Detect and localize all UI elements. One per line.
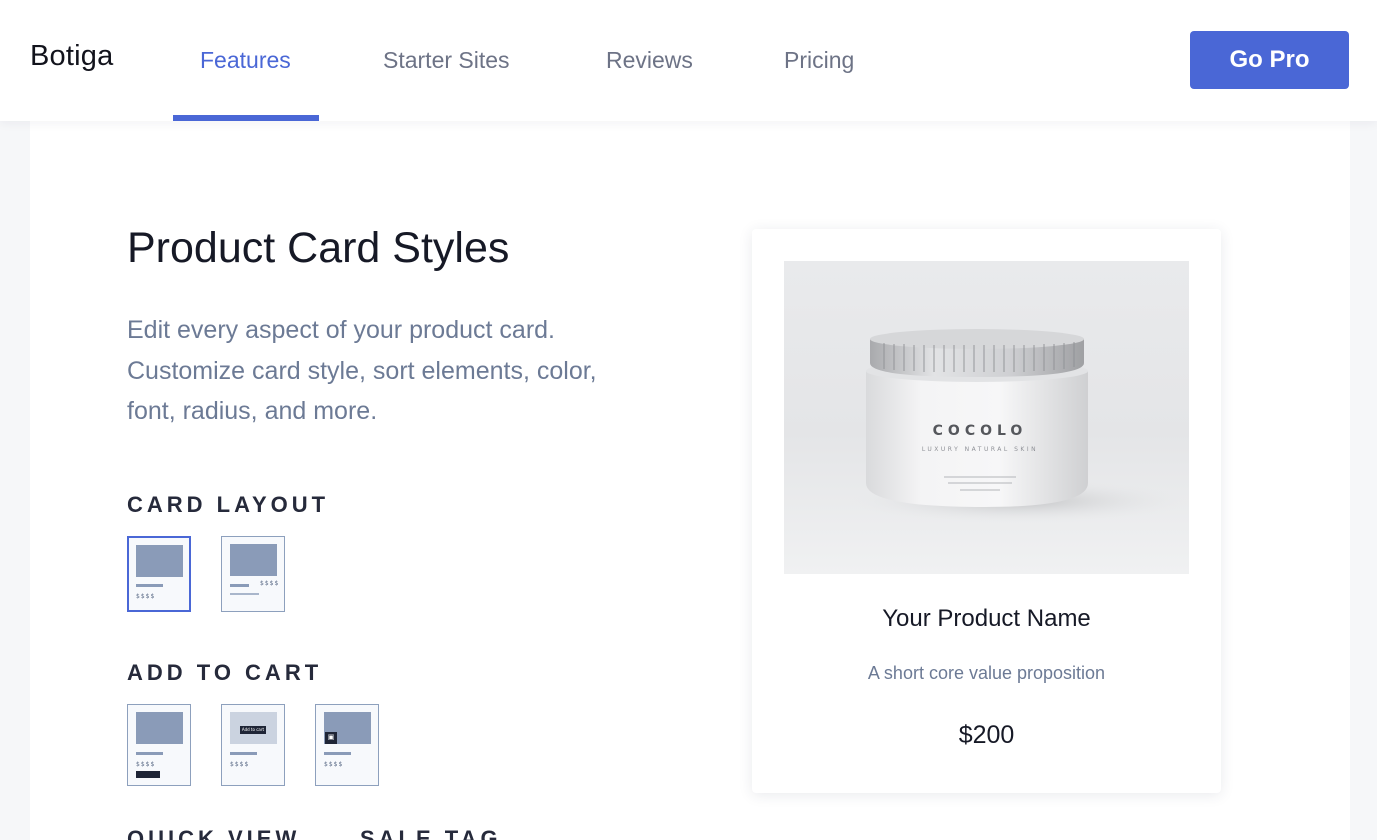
add-to-cart-option-3[interactable]: ▣ $$$$ <box>315 704 379 786</box>
thumb-subline <box>230 593 259 595</box>
thumb-add-to-cart-button <box>136 771 160 778</box>
nav-pricing[interactable]: Pricing <box>784 47 854 74</box>
thumb-overlay-cart-button: Add to cart <box>240 726 266 734</box>
add-to-cart-label: ADD TO CART <box>127 660 323 685</box>
logo[interactable]: Botiga <box>30 40 113 73</box>
thumb-price: $$$$ <box>136 593 156 600</box>
thumb-image <box>230 544 277 576</box>
thumb-image <box>136 712 183 744</box>
product-card-preview: COCOLO LUXURY NATURAL SKIN Your Product … <box>752 229 1221 793</box>
thumb-title-line <box>230 752 257 755</box>
product-image: COCOLO LUXURY NATURAL SKIN <box>784 261 1189 574</box>
nav-reviews[interactable]: Reviews <box>606 47 693 74</box>
quick-view-label: QUICK VIEW <box>127 826 301 840</box>
site-header: Botiga Features Starter Sites Reviews Pr… <box>0 0 1377 121</box>
section-description: Edit every aspect of your product card. … <box>127 316 597 425</box>
sale-tag-label: SALE TAG <box>360 826 502 840</box>
nav-starter-sites[interactable]: Starter Sites <box>383 47 510 74</box>
card-layout-option-2[interactable]: $$$$ <box>221 536 285 612</box>
thumb-title-line <box>324 752 351 755</box>
thumb-title-line <box>136 584 163 587</box>
jar-illustration: COCOLO LUXURY NATURAL SKIN <box>849 329 1189 523</box>
product-tagline: A short core value proposition <box>867 663 1106 683</box>
add-to-cart-option-2[interactable]: Add to cart $$$$ <box>221 704 285 786</box>
thumb-price: $$$$ <box>324 761 344 768</box>
section-title: Product Card Styles <box>127 224 510 272</box>
jar-subtitle-text: LUXURY NATURAL SKIN <box>922 446 1038 453</box>
card-layout-option-1[interactable]: $$$$ <box>127 536 191 612</box>
thumb-cart-icon: ▣ <box>325 732 337 744</box>
nav-features[interactable]: Features <box>200 47 291 74</box>
active-nav-indicator <box>173 115 319 121</box>
thumb-price: $$$$ <box>260 580 280 587</box>
thumb-image <box>136 545 183 577</box>
thumb-price: $$$$ <box>230 761 250 768</box>
thumb-title-line <box>230 584 249 587</box>
card-layout-label: CARD LAYOUT <box>127 492 330 517</box>
thumb-title-line <box>136 752 163 755</box>
product-price: $200 <box>958 721 1015 749</box>
product-name: Your Product Name <box>882 605 1091 632</box>
thumb-price: $$$$ <box>136 761 156 768</box>
add-to-cart-option-1[interactable]: $$$$ <box>127 704 191 786</box>
go-pro-button[interactable]: Go Pro <box>1190 31 1349 89</box>
jar-brand-text: COCOLO <box>933 423 1028 439</box>
